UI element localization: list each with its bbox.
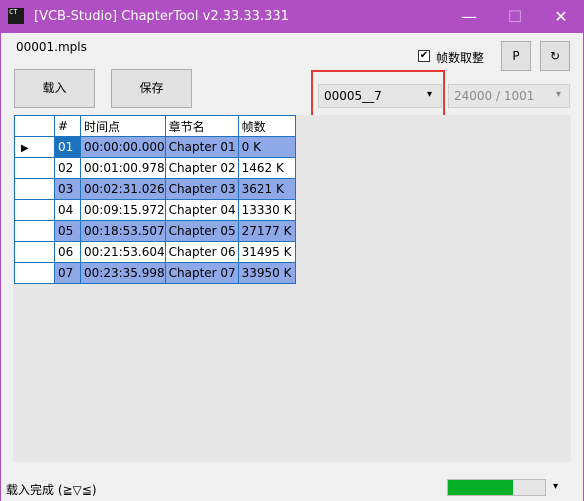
table-cell-index[interactable]: 04 [54, 199, 81, 221]
table-cell-index[interactable]: 03 [54, 178, 81, 200]
current-row-indicator-icon: ▶ [21, 143, 29, 154]
table-row[interactable]: ▶ 01 00:00:00.000 Chapter 01 0 K [14, 136, 296, 158]
table-row[interactable]: 03 00:02:31.026 Chapter 03 3621 K [14, 178, 296, 200]
table-cell-timestamp[interactable]: 00:09:15.972 [80, 199, 166, 221]
table-cell-timestamp[interactable]: 00:02:31.026 [80, 178, 166, 200]
table-cell-chapter-name[interactable]: Chapter 02 [164, 157, 239, 179]
table-cell-index[interactable]: 06 [54, 241, 81, 263]
chapter-table[interactable]: # 时间点 章节名 帧数 ▶ 01 00:00:00.000 Chapter 0… [14, 115, 296, 284]
table-cell-timestamp[interactable]: 00:18:53.507 [80, 220, 166, 242]
maximize-button: ☐ [507, 7, 523, 26]
table-cell-frames[interactable]: 1462 K [237, 157, 296, 179]
column-header-chapter-name[interactable]: 章节名 [164, 115, 239, 137]
callout-highlight-box [311, 70, 445, 119]
progress-fill [448, 480, 513, 495]
framerate-select: 24000 / 1001 ▾ [448, 84, 570, 108]
table-cell-index[interactable]: 07 [54, 262, 81, 284]
file-name-label: 00001.mpls [16, 40, 87, 54]
table-cell-timestamp[interactable]: 00:01:00.978 [80, 157, 166, 179]
table-cell-chapter-name[interactable]: Chapter 03 [164, 178, 239, 200]
table-row[interactable]: 05 00:18:53.507 Chapter 05 27177 K [14, 220, 296, 242]
row-header[interactable] [14, 157, 55, 179]
corner-cell [14, 115, 55, 137]
save-button[interactable]: 保存 [111, 69, 192, 108]
refresh-button[interactable]: ↻ [540, 41, 570, 71]
row-header[interactable] [14, 199, 55, 221]
status-menu-arrow-icon[interactable]: ▾ [553, 481, 558, 492]
table-cell-timestamp[interactable]: 00:21:53.604 [80, 241, 166, 263]
round-frames-checkbox[interactable]: ✔ [418, 50, 430, 62]
title-bar[interactable]: CT [VCB-Studio] ChapterTool v2.33.33.331… [0, 0, 584, 33]
table-cell-chapter-name[interactable]: Chapter 04 [164, 199, 239, 221]
app-icon: CT [8, 8, 24, 24]
table-header-row: # 时间点 章节名 帧数 [14, 115, 296, 137]
table-cell-frames[interactable]: 27177 K [237, 220, 296, 242]
load-button[interactable]: 载入 [14, 69, 95, 108]
table-cell-frames[interactable]: 31495 K [237, 241, 296, 263]
table-cell-frames[interactable]: 33950 K [237, 262, 296, 284]
table-row[interactable]: 06 00:21:53.604 Chapter 06 31495 K [14, 241, 296, 263]
row-header[interactable] [14, 262, 55, 284]
chevron-down-icon: ▾ [556, 89, 562, 100]
table-cell-index[interactable]: 01 [54, 136, 81, 158]
minimize-button[interactable]: — [446, 0, 492, 33]
status-text: 载入完成 (≧▽≦) [6, 483, 97, 497]
table-cell-chapter-name[interactable]: Chapter 06 [164, 241, 239, 263]
round-frames-label[interactable]: 帧数取整 [436, 49, 484, 66]
table-cell-chapter-name[interactable]: Chapter 01 [164, 136, 239, 158]
table-row[interactable]: 07 00:23:35.998 Chapter 07 33950 K [14, 262, 296, 284]
column-header-timestamp[interactable]: 时间点 [80, 115, 166, 137]
row-header[interactable]: ▶ [14, 136, 55, 158]
check-icon: ✔ [419, 50, 429, 61]
table-cell-frames[interactable]: 13330 K [237, 199, 296, 221]
table-cell-index[interactable]: 05 [54, 220, 81, 242]
window-title: [VCB-Studio] ChapterTool v2.33.33.331 [34, 9, 289, 24]
refresh-icon: ↻ [549, 49, 561, 63]
table-row[interactable]: 04 00:09:15.972 Chapter 04 13330 K [14, 199, 296, 221]
framerate-select-value: 24000 / 1001 [454, 89, 535, 103]
table-cell-index[interactable]: 02 [54, 157, 81, 179]
table-cell-chapter-name[interactable]: Chapter 05 [164, 220, 239, 242]
table-cell-timestamp[interactable]: 00:00:00.000 [80, 136, 166, 158]
close-button[interactable]: ✕ [538, 0, 584, 33]
table-row[interactable]: 02 00:01:00.978 Chapter 02 1462 K [14, 157, 296, 179]
row-header[interactable] [14, 220, 55, 242]
column-header-frames[interactable]: 帧数 [237, 115, 296, 137]
window-border-left [0, 33, 1, 501]
table-cell-timestamp[interactable]: 00:23:35.998 [80, 262, 166, 284]
table-cell-chapter-name[interactable]: Chapter 07 [164, 262, 239, 284]
table-cell-frames[interactable]: 0 K [237, 136, 296, 158]
row-header[interactable] [14, 178, 55, 200]
p-button[interactable]: P [501, 41, 531, 71]
column-header-index[interactable]: # [54, 115, 81, 137]
row-header[interactable] [14, 241, 55, 263]
table-cell-frames[interactable]: 3621 K [237, 178, 296, 200]
load-progress-bar [447, 479, 546, 496]
